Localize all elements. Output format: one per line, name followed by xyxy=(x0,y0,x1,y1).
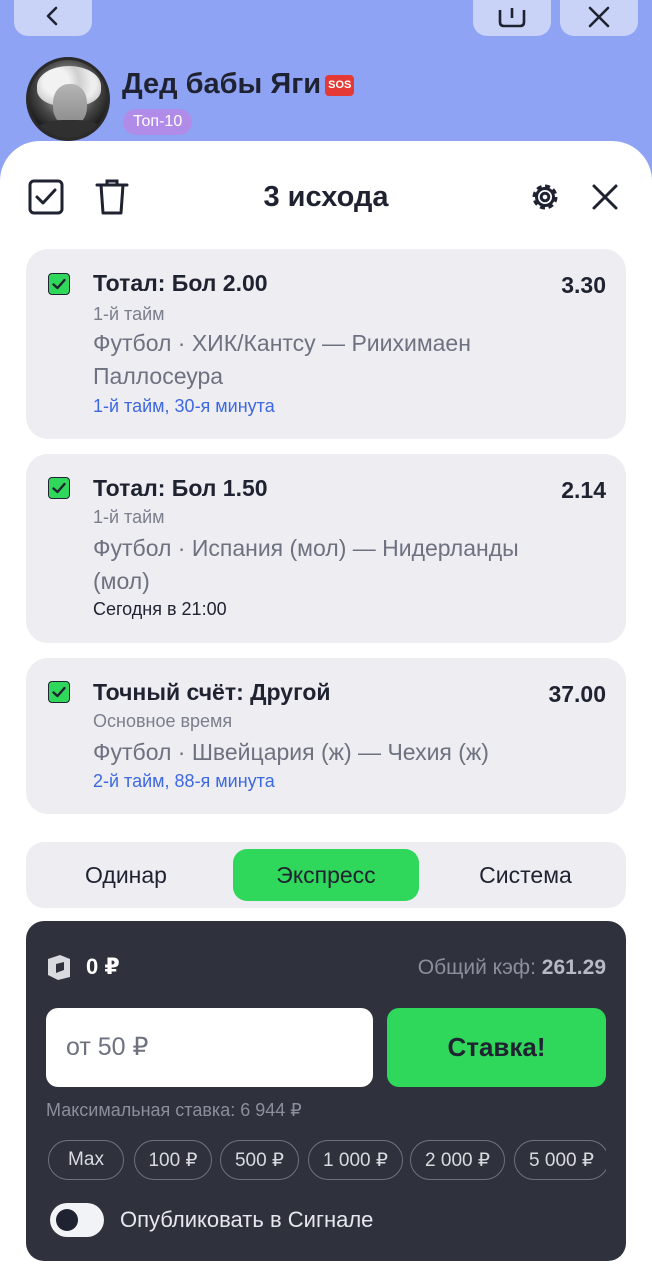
bet-checkbox[interactable] xyxy=(48,273,70,295)
total-coef-label: Общий кэф: xyxy=(417,956,536,979)
close-icon xyxy=(588,6,610,28)
sos-badge: SOS xyxy=(325,75,355,96)
quick-stake-chips: Max 100 ₽ 500 ₽ 1 000 ₽ 2 000 ₽ 5 000 ₽ xyxy=(48,1140,606,1182)
check-icon xyxy=(52,278,66,290)
publish-label: Опубликовать в Сигнале xyxy=(120,1207,374,1232)
bet-time: 2-й тайм, 88-я минута xyxy=(93,771,275,791)
tab-express[interactable]: Экспресс xyxy=(233,849,419,901)
bet-card[interactable]: Точный счёт: Другой 37.00 Основное время… xyxy=(26,658,626,814)
bet-checkbox[interactable] xyxy=(48,477,70,499)
place-bet-button[interactable]: Ставка! xyxy=(387,1008,606,1087)
check-icon xyxy=(52,482,66,494)
share-icon xyxy=(498,8,526,28)
bet-odds: 3.30 xyxy=(561,272,606,298)
bet-title: Тотал: Бол 1.50 xyxy=(93,475,268,501)
top-bar: Дед бабы Яги SOS Топ-10 xyxy=(0,0,652,141)
total-coef-value: 261.29 xyxy=(541,956,606,979)
check-icon xyxy=(52,686,66,698)
sheet-header: 3 исхода xyxy=(0,141,652,251)
bet-match: Футбол · ХИК/Кантсу — Риихимаен Паллосеу… xyxy=(93,330,471,389)
profile-name[interactable]: Дед бабы Яги SOS xyxy=(122,68,355,101)
bet-time: 1-й тайм, 30-я минута xyxy=(93,396,275,416)
toggle-knob xyxy=(56,1209,78,1231)
arrow-left-icon xyxy=(46,6,58,26)
gear-icon xyxy=(532,184,558,210)
close-window-button[interactable] xyxy=(560,0,638,36)
balance-value: 0 ₽ xyxy=(86,954,120,979)
chip-500[interactable]: 500 ₽ xyxy=(220,1140,299,1180)
avatar[interactable] xyxy=(26,57,110,141)
bet-period: 1-й тайм xyxy=(93,304,165,324)
tab-system[interactable]: Система xyxy=(431,849,620,901)
bet-card[interactable]: Тотал: Бол 1.50 2.14 1-й тайм Футбол · И… xyxy=(26,454,626,643)
chip-2000[interactable]: 2 000 ₽ xyxy=(410,1140,505,1180)
wallet-icon xyxy=(48,955,70,980)
chip-1000[interactable]: 1 000 ₽ xyxy=(308,1140,403,1180)
stake-panel: 0 ₽ Общий кэф: 261.29 Ставка! Максимальн… xyxy=(26,921,626,1261)
chip-max[interactable]: Max xyxy=(48,1140,124,1180)
total-coef: Общий кэф: 261.29 xyxy=(418,956,606,980)
profile-name-text: Дед бабы Яги xyxy=(122,68,322,100)
bet-title: Точный счёт: Другой xyxy=(93,679,331,705)
bet-card[interactable]: Тотал: Бол 2.00 3.30 1-й тайм Футбол · Х… xyxy=(26,249,626,439)
bet-checkbox[interactable] xyxy=(48,681,70,703)
share-button[interactable] xyxy=(473,0,551,36)
close-icon xyxy=(592,184,618,210)
bet-odds: 37.00 xyxy=(548,681,606,707)
bet-period: Основное время xyxy=(93,711,233,731)
rank-badge: Топ-10 xyxy=(123,109,193,135)
stake-amount-input[interactable] xyxy=(46,1008,373,1087)
close-slip-button[interactable] xyxy=(585,177,625,217)
chip-5000[interactable]: 5 000 ₽ xyxy=(514,1140,606,1180)
publish-toggle[interactable] xyxy=(50,1203,104,1237)
bet-type-tabs: Одинар Экспресс Система xyxy=(26,842,626,908)
bet-match: Футбол · Швейцария (ж) — Чехия (ж) xyxy=(93,739,489,765)
tab-single[interactable]: Одинар xyxy=(32,849,220,901)
bet-period: 1-й тайм xyxy=(93,507,165,527)
bet-title: Тотал: Бол 2.00 xyxy=(93,270,268,296)
balance: 0 ₽ xyxy=(46,953,120,981)
settings-button[interactable] xyxy=(525,177,565,217)
bet-slip-sheet: 3 исхода Тотал: Бол 2.00 3.30 1-й тайм Ф… xyxy=(0,141,652,1280)
chip-100[interactable]: 100 ₽ xyxy=(134,1140,212,1180)
bet-match: Футбол · Испания (мол) — Нидерланды (мол… xyxy=(93,535,519,594)
bet-time: Сегодня в 21:00 xyxy=(93,599,227,619)
bet-odds: 2.14 xyxy=(561,477,606,503)
back-button[interactable] xyxy=(14,0,92,36)
max-bet-text: Максимальная ставка: 6 944 ₽ xyxy=(46,1100,302,1120)
